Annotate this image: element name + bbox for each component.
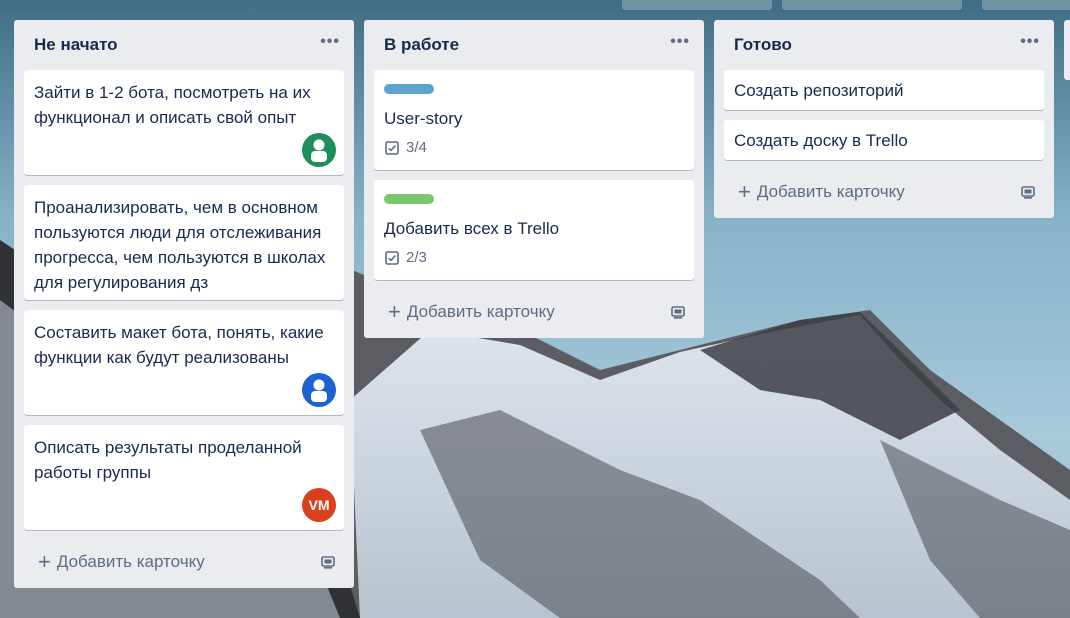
member-avatar-initials[interactable]: VM	[302, 488, 336, 522]
card-label[interactable]	[384, 194, 434, 204]
card[interactable]: Создать доску в Trello	[724, 120, 1044, 160]
card[interactable]: Добавить всех в Trello 2/3	[374, 180, 694, 280]
list-in-progress: В работе ••• User-story 3/4 Добавить все…	[364, 20, 704, 338]
list-not-started: Не начато ••• Зайти в 1-2 бота, посмотре…	[14, 20, 354, 588]
checklist-count: 3/4	[406, 139, 427, 156]
card[interactable]: Зайти в 1-2 бота, посмотреть на их функц…	[24, 70, 344, 175]
card-title: Проанализировать, чем в основном пользую…	[34, 198, 326, 292]
card[interactable]: Проанализировать, чем в основном пользую…	[24, 185, 344, 300]
card-title: Зайти в 1-2 бота, посмотреть на их функц…	[34, 83, 311, 127]
user-icon	[311, 379, 327, 402]
card-title: User-story	[384, 109, 463, 128]
board-header-button[interactable]	[982, 0, 1070, 10]
user-icon	[311, 139, 327, 162]
card-title: Добавить всех в Trello	[384, 219, 560, 238]
list-header: Готово •••	[724, 20, 1044, 70]
card-title: Создать репозиторий	[734, 81, 904, 100]
card-template-icon[interactable]	[670, 304, 686, 320]
add-card-button[interactable]: + Добавить карточку	[38, 549, 205, 574]
card[interactable]: Составить макет бота, понять, какие функ…	[24, 310, 344, 415]
plus-icon: +	[738, 179, 751, 204]
checkbox-icon	[385, 250, 399, 265]
list-footer: + Добавить карточку	[24, 540, 344, 584]
list-title[interactable]: В работе	[384, 35, 459, 55]
card-template-icon[interactable]	[320, 554, 336, 570]
card[interactable]: Описать результаты проделанной работы гр…	[24, 425, 344, 530]
member-avatar[interactable]	[302, 133, 336, 167]
list-title[interactable]: Не начато	[34, 35, 118, 55]
list-done: Готово ••• Создать репозиторий Создать д…	[714, 20, 1054, 218]
card-template-icon[interactable]	[1020, 184, 1036, 200]
member-avatar[interactable]	[302, 373, 336, 407]
add-card-label: Добавить карточку	[406, 302, 555, 321]
card-title: Создать доску в Trello	[734, 131, 908, 150]
more-dots-icon[interactable]: •••	[1020, 33, 1040, 51]
board-header-button[interactable]	[782, 0, 962, 10]
more-dots-icon[interactable]: •••	[320, 33, 340, 51]
list-header: Не начато •••	[24, 20, 344, 70]
add-card-button[interactable]: + Добавить карточку	[388, 299, 555, 324]
plus-icon: +	[388, 299, 401, 324]
checklist-count: 2/3	[406, 249, 427, 266]
card-title: Составить макет бота, понять, какие функ…	[34, 323, 324, 367]
checklist-badge: 3/4	[384, 139, 684, 156]
card[interactable]: User-story 3/4	[374, 70, 694, 170]
checklist-badge: 2/3	[384, 249, 684, 266]
card-title: Описать результаты проделанной работы гр…	[34, 438, 302, 482]
add-card-label: Добавить карточку	[756, 182, 905, 201]
list-partial[interactable]	[1064, 20, 1070, 80]
list-footer: + Добавить карточку	[724, 170, 1044, 214]
board-header-button[interactable]	[622, 0, 772, 10]
add-card-label: Добавить карточку	[56, 552, 205, 571]
list-title[interactable]: Готово	[734, 35, 792, 55]
card-label[interactable]	[384, 84, 434, 94]
more-dots-icon[interactable]: •••	[670, 33, 690, 51]
list-footer: + Добавить карточку	[374, 290, 694, 334]
card[interactable]: Создать репозиторий	[724, 70, 1044, 110]
checkbox-icon	[385, 140, 399, 155]
list-header: В работе •••	[374, 20, 694, 70]
plus-icon: +	[38, 549, 51, 574]
add-card-button[interactable]: + Добавить карточку	[738, 179, 905, 204]
